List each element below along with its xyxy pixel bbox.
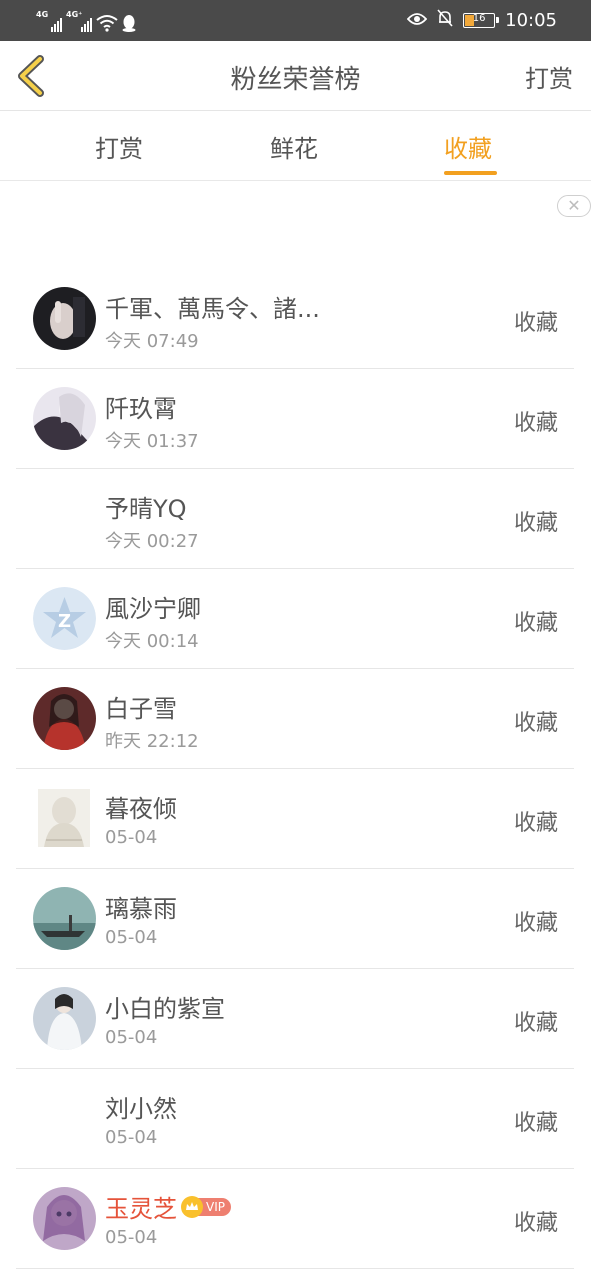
clock: 10:05	[505, 9, 557, 31]
fan-name: 小白的紫宣	[105, 995, 225, 1023]
svg-text:Z: Z	[58, 611, 71, 632]
page-title: 粉丝荣誉榜	[230, 65, 361, 95]
fan-name: 玉灵芝	[105, 1195, 177, 1223]
tab-bar: 打赏 鲜花 收藏	[0, 111, 591, 181]
list-item[interactable]: 暮夜倾 05-04 收藏	[16, 769, 574, 869]
fan-name: 璃慕雨	[105, 895, 177, 923]
fan-action-label: 收藏	[513, 911, 558, 936]
fan-action-label: 收藏	[513, 811, 558, 836]
tab-favorites[interactable]: 收藏	[444, 129, 492, 164]
fan-date: 今天 00:14	[105, 631, 199, 652]
fan-date: 今天 00:27	[105, 531, 199, 552]
fan-action-label: 收藏	[513, 711, 558, 736]
fan-action-label: 收藏	[513, 1011, 558, 1036]
fan-date: 05-04	[105, 1127, 158, 1148]
vip-badge: VIP	[181, 1195, 231, 1218]
avatar	[33, 987, 96, 1050]
list-item[interactable]: Z 風沙宁卿 今天 00:14 收藏	[16, 569, 574, 669]
fan-action-label: 收藏	[513, 411, 558, 436]
tab-reward[interactable]: 打赏	[95, 129, 143, 164]
fan-date: 昨天 22:12	[105, 731, 199, 752]
status-right: 16 10:05	[406, 8, 557, 32]
battery-level: 16	[472, 12, 486, 24]
fan-name: 千軍、萬馬令、諸...	[105, 295, 320, 323]
fan-list: 千軍、萬馬令、諸... 今天 07:49 收藏 阡玖霄 今天 01:37 收藏 …	[16, 269, 574, 1269]
status-bar: 4G 4G⁺ 16 10:05	[0, 0, 591, 41]
cell-signal-icon: 4G⁺	[66, 10, 92, 32]
list-item[interactable]: 刘小然 05-04 收藏	[16, 1069, 574, 1169]
fan-action-label: 收藏	[513, 1111, 558, 1136]
fan-name: 予晴YQ	[105, 495, 187, 523]
avatar	[33, 387, 96, 450]
list-item[interactable]: 予晴YQ 今天 00:27 收藏	[16, 469, 574, 569]
fan-date: 今天 01:37	[105, 431, 199, 452]
fan-action-label: 收藏	[513, 311, 558, 336]
list-item[interactable]: 白子雪 昨天 22:12 收藏	[16, 669, 574, 769]
wifi-icon	[96, 14, 118, 32]
status-left: 4G 4G⁺	[36, 10, 136, 32]
fan-action-label: 收藏	[513, 611, 558, 636]
fan-name: 白子雪	[105, 695, 177, 723]
fan-name: 風沙宁卿	[105, 595, 201, 623]
eye-icon	[406, 11, 428, 30]
active-tab-indicator	[444, 171, 497, 175]
list-item[interactable]: 阡玖霄 今天 01:37 收藏	[16, 369, 574, 469]
reward-button[interactable]: 打赏	[525, 59, 573, 94]
fan-date: 05-04	[105, 1227, 158, 1248]
fan-date: 05-04	[105, 927, 158, 948]
qq-penguin-icon	[122, 14, 136, 32]
fan-date: 05-04	[105, 1027, 158, 1048]
list-item[interactable]: 璃慕雨 05-04 收藏	[16, 869, 574, 969]
avatar	[33, 887, 96, 950]
fan-date: 今天 07:49	[105, 331, 199, 352]
avatar	[33, 687, 96, 750]
bell-muted-icon	[437, 9, 453, 31]
battery-icon: 16	[463, 12, 500, 28]
list-item[interactable]: 小白的紫宣 05-04 收藏	[16, 969, 574, 1069]
fan-name: 刘小然	[105, 1095, 177, 1123]
fan-date: 05-04	[105, 827, 158, 848]
default-star-icon: Z	[33, 587, 96, 650]
fan-name-row: 玉灵芝 VIP	[105, 1189, 231, 1224]
avatar	[33, 1187, 96, 1250]
close-icon[interactable]: ✕	[557, 195, 591, 217]
nav-header: 粉丝荣誉榜 打赏	[0, 41, 591, 111]
avatar	[33, 287, 96, 350]
network-type-label: 4G⁺	[66, 10, 83, 19]
network-type-label: 4G	[36, 10, 49, 19]
fan-action-label: 收藏	[513, 511, 558, 536]
fan-name: 阡玖霄	[105, 395, 177, 423]
crown-icon	[181, 1195, 203, 1218]
fan-name: 暮夜倾	[105, 795, 177, 823]
cell-signal-icon: 4G	[36, 10, 62, 32]
avatar: Z	[33, 587, 96, 650]
list-item[interactable]: 玉灵芝 VIP 05-04 收藏	[16, 1169, 574, 1269]
tab-flowers[interactable]: 鲜花	[270, 129, 318, 164]
avatar	[38, 789, 90, 847]
list-item[interactable]: 千軍、萬馬令、諸... 今天 07:49 收藏	[16, 269, 574, 369]
fan-action-label: 收藏	[513, 1211, 558, 1236]
